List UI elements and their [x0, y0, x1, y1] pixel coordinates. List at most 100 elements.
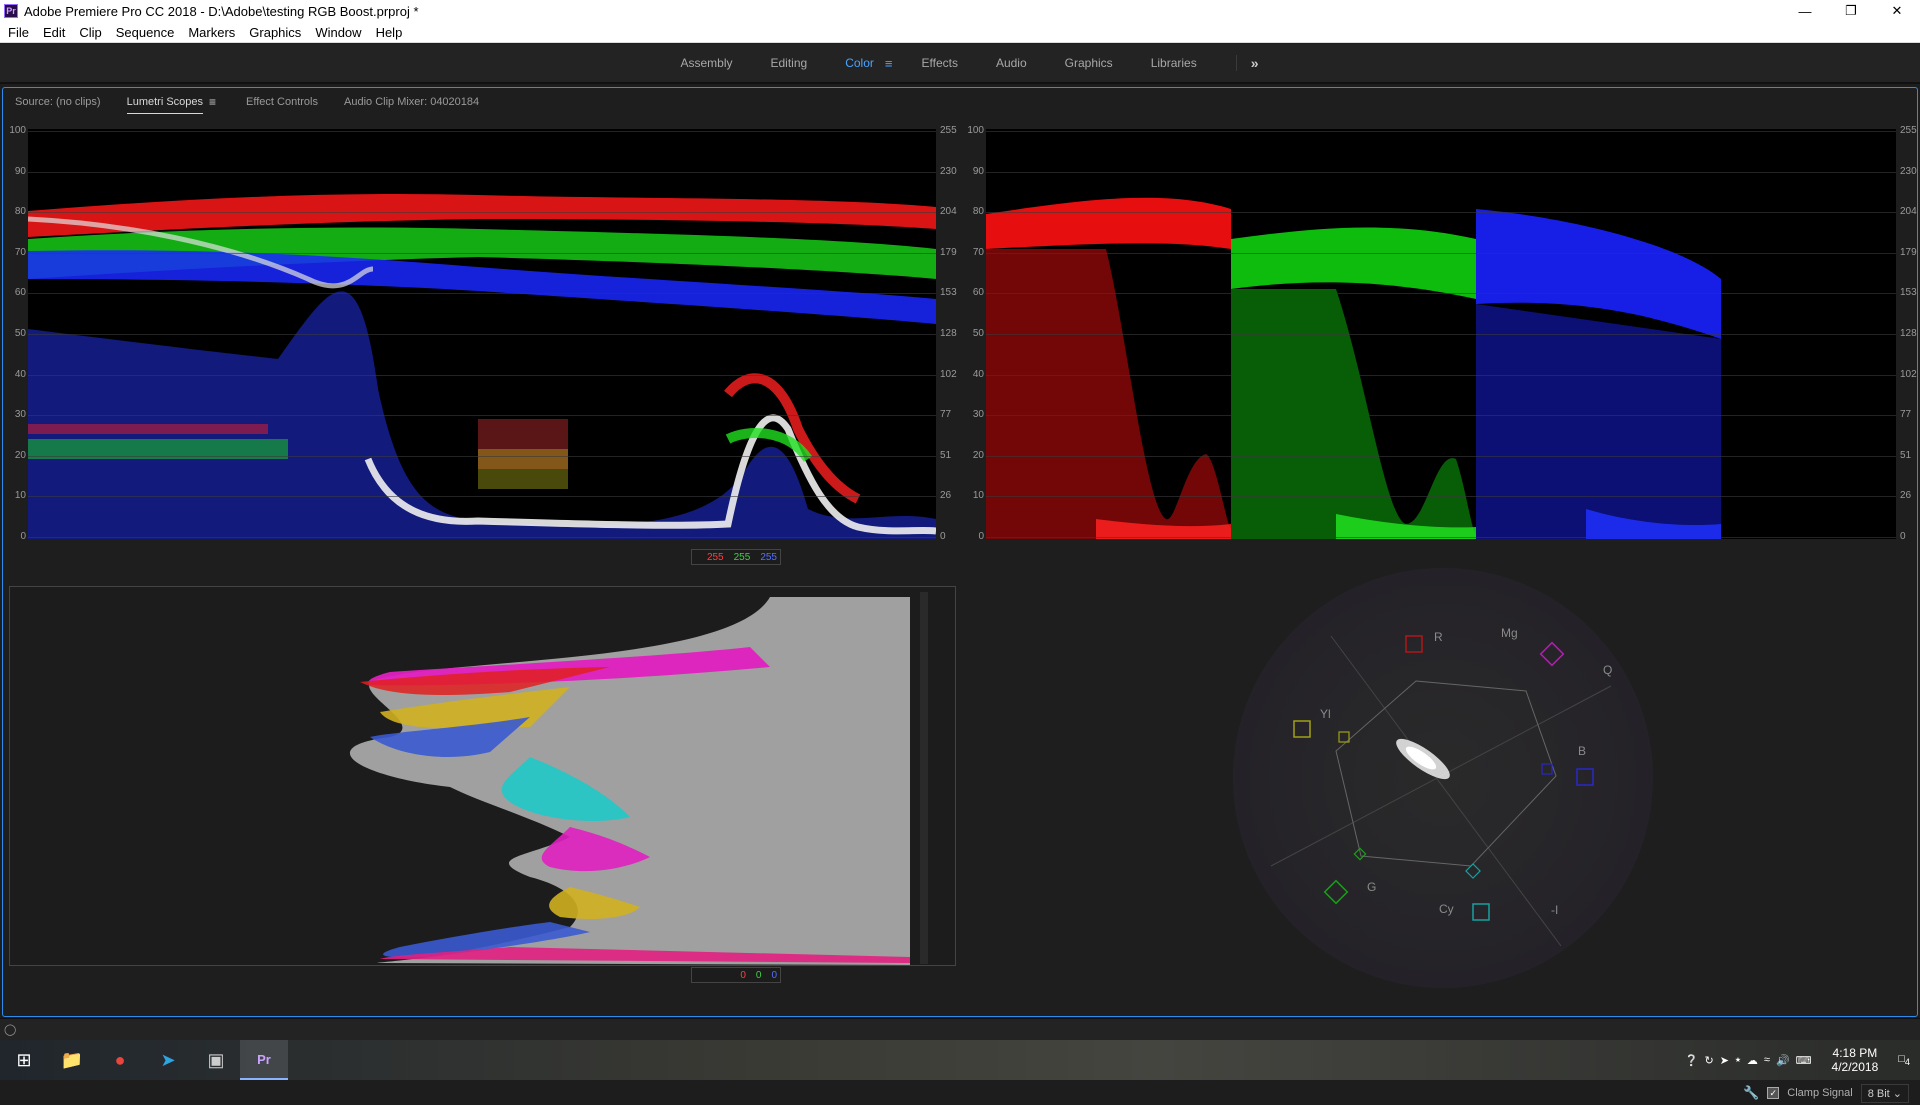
tab-source[interactable]: Source: (no clips) [15, 90, 101, 114]
menu-file[interactable]: File [0, 25, 35, 40]
waveform-gridline [28, 374, 936, 376]
waveform-ire-label: 100 [9, 125, 26, 136]
status-icon: ◯ [4, 1024, 17, 1036]
hist-bottom-blue: 0 [771, 969, 777, 981]
tab-audio-clip-mixer[interactable]: Audio Clip Mixer: 04020184 [344, 90, 479, 114]
histogram-top-values: 255 255 255 [691, 549, 781, 565]
hist-top-red: 255 [706, 551, 724, 563]
waveform-ire-label: 50 [972, 328, 984, 339]
notifications-icon[interactable]: □4 [1898, 1053, 1910, 1067]
waveform-8bit-label: 179 [1900, 246, 1917, 258]
menu-help[interactable]: Help [368, 25, 409, 40]
waveform-ire-label: 70 [14, 246, 26, 258]
waveform-gridline [28, 212, 936, 214]
waveform-gridline [28, 415, 936, 417]
waveform-gridline [986, 293, 1896, 295]
menu-bar: File Edit Clip Sequence Markers Graphics… [0, 22, 1920, 43]
waveform-gridline [986, 171, 1896, 173]
vs-label-r: R [1434, 630, 1443, 644]
waveform-gridline [986, 537, 1896, 538]
help-icon[interactable]: ❔ [1685, 1054, 1699, 1067]
hist-top-green: 255 [733, 551, 751, 563]
file-explorer-icon[interactable]: 📁 [48, 1040, 96, 1080]
windows-start-icon[interactable]: ⊞ [0, 1040, 48, 1080]
waveform-gridline [28, 496, 936, 498]
workspace-tab-graphics[interactable]: Graphics [1046, 43, 1132, 83]
waveform-8bit-label: 230 [1900, 165, 1917, 177]
waveform-gridline [986, 415, 1896, 417]
bit-depth-value: 8 Bit [1867, 1087, 1890, 1100]
waveform-ire-label: 90 [972, 165, 984, 177]
telegram-tray-icon[interactable]: ➤ [1720, 1054, 1729, 1067]
chrome-icon[interactable]: ● [96, 1040, 144, 1080]
waveform-ire-label: 20 [972, 449, 984, 461]
waveform-ire-label: 80 [14, 206, 26, 218]
waveform-8bit-label: 128 [1900, 328, 1917, 339]
workspace-tab-audio[interactable]: Audio [977, 43, 1046, 83]
vs-label-q: Q [1603, 663, 1613, 677]
waveform-gridline [986, 131, 1896, 132]
waveform-ire-label: 40 [14, 368, 26, 380]
waveform-gridline [986, 252, 1896, 254]
taskbar-clock[interactable]: 4:18 PM 4/2/2018 [1832, 1046, 1879, 1074]
vs-label-b: B [1578, 744, 1587, 758]
waveform-ire-label: 40 [972, 368, 984, 380]
workspace-tab-color[interactable]: Color [826, 43, 893, 83]
waveform-gridline [28, 455, 936, 457]
tab-lumetri-scopes[interactable]: Lumetri Scopes [126, 90, 204, 114]
waveform-gridline [986, 212, 1896, 214]
cloud-icon[interactable]: ☁ [1747, 1054, 1758, 1067]
workspace-tab-effects[interactable]: Effects [902, 43, 976, 83]
waveform-8bit-label: 26 [1900, 490, 1912, 502]
menu-markers[interactable]: Markers [180, 25, 241, 40]
clamp-signal-checkbox[interactable]: ✓ [1767, 1087, 1780, 1099]
menu-edit[interactable]: Edit [35, 25, 71, 40]
waveform-8bit-label: 255 [1900, 125, 1917, 136]
telegram-icon[interactable]: ➤ [144, 1040, 192, 1080]
workspace-tab-editing[interactable]: Editing [752, 43, 827, 83]
waveform-ire-label: 60 [14, 287, 26, 299]
waveform-8bit-label: 204 [1900, 206, 1917, 218]
scope-settings-bar: 🔧 ✓ Clamp Signal 8 Bit ⌄ [3, 1081, 1919, 1105]
vs-label-yl: Yl [1320, 707, 1331, 721]
waveform-ire-label: 30 [14, 409, 26, 421]
keyboard-icon[interactable]: ⌨ [1796, 1054, 1812, 1067]
menu-sequence[interactable]: Sequence [108, 25, 181, 40]
workspace-tab-libraries[interactable]: Libraries [1132, 43, 1216, 83]
histogram-graphic [349, 592, 928, 965]
bit-depth-select[interactable]: 8 Bit ⌄ [1860, 1083, 1909, 1103]
premiere-app-icon: Pr [4, 4, 18, 18]
waveform-ire-label: 90 [14, 165, 26, 177]
panel-menu-icon[interactable]: ≡ [209, 95, 216, 109]
close-icon[interactable]: ✕ [1874, 0, 1920, 22]
vs-label-mg: Mg [1501, 626, 1518, 640]
status-line: ◯ [0, 1018, 1920, 1040]
waveform-gridline [986, 374, 1896, 376]
window-controls: — ❐ ✕ [1782, 0, 1920, 22]
waveform-ire-label: 50 [14, 328, 26, 339]
volume-icon[interactable]: 🔊 [1776, 1054, 1790, 1067]
taskbar-date: 4/2/2018 [1831, 1060, 1879, 1074]
hist-bottom-green: 0 [755, 969, 762, 981]
premiere-taskbar-icon[interactable]: Pr [240, 1040, 288, 1080]
waveform-8bit-label: 153 [1900, 287, 1917, 299]
menu-clip[interactable]: Clip [71, 25, 107, 40]
menu-graphics[interactable]: Graphics [241, 25, 307, 40]
network-icon[interactable]: ≈ [1764, 1054, 1770, 1066]
wrench-icon[interactable]: 🔧 [1743, 1085, 1759, 1101]
workspace-tab-assembly[interactable]: Assembly [661, 43, 751, 83]
tab-effect-controls[interactable]: Effect Controls [246, 90, 318, 114]
minimize-icon[interactable]: — [1782, 0, 1828, 22]
waveform-ire-label: 30 [972, 409, 984, 421]
image-viewer-icon[interactable]: ▣ [192, 1040, 240, 1080]
waveform-gridline [28, 131, 936, 132]
restore-icon[interactable]: ❐ [1828, 0, 1874, 22]
hist-bottom-red: 0 [740, 969, 746, 981]
workspace-overflow-icon[interactable]: » [1235, 55, 1259, 71]
waveform-gridline [28, 171, 936, 173]
waveform-gridline [986, 334, 1896, 335]
menu-window[interactable]: Window [307, 25, 367, 40]
sync-icon[interactable]: ↻ [1705, 1054, 1714, 1067]
waveform-8bit-label: 0 [1900, 531, 1906, 542]
bluetooth-icon[interactable]: ⭑ [1735, 1054, 1741, 1067]
